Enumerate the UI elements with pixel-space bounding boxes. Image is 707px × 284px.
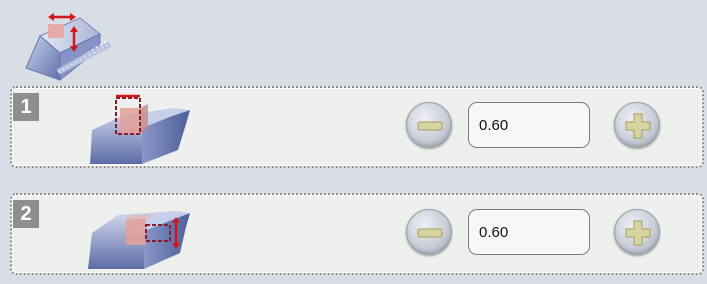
minus-icon (417, 121, 443, 131)
profile-height-icon (82, 90, 192, 166)
profile-depth-icon (82, 197, 192, 273)
row-number-badge: 2 (13, 200, 39, 228)
row-number-badge: 1 (13, 93, 39, 121)
decrease-button[interactable] (406, 102, 452, 148)
profile-size-icon (18, 8, 118, 90)
plus-icon (625, 113, 651, 139)
increase-button[interactable] (614, 209, 660, 255)
value-input[interactable] (468, 209, 590, 255)
plus-icon (625, 220, 651, 246)
parameter-row-1: 1 (10, 86, 704, 168)
value-input[interactable] (468, 102, 590, 148)
parameter-row-2: 2 (10, 193, 704, 275)
decrease-button[interactable] (406, 209, 452, 255)
increase-button[interactable] (614, 102, 660, 148)
minus-icon (417, 228, 443, 238)
